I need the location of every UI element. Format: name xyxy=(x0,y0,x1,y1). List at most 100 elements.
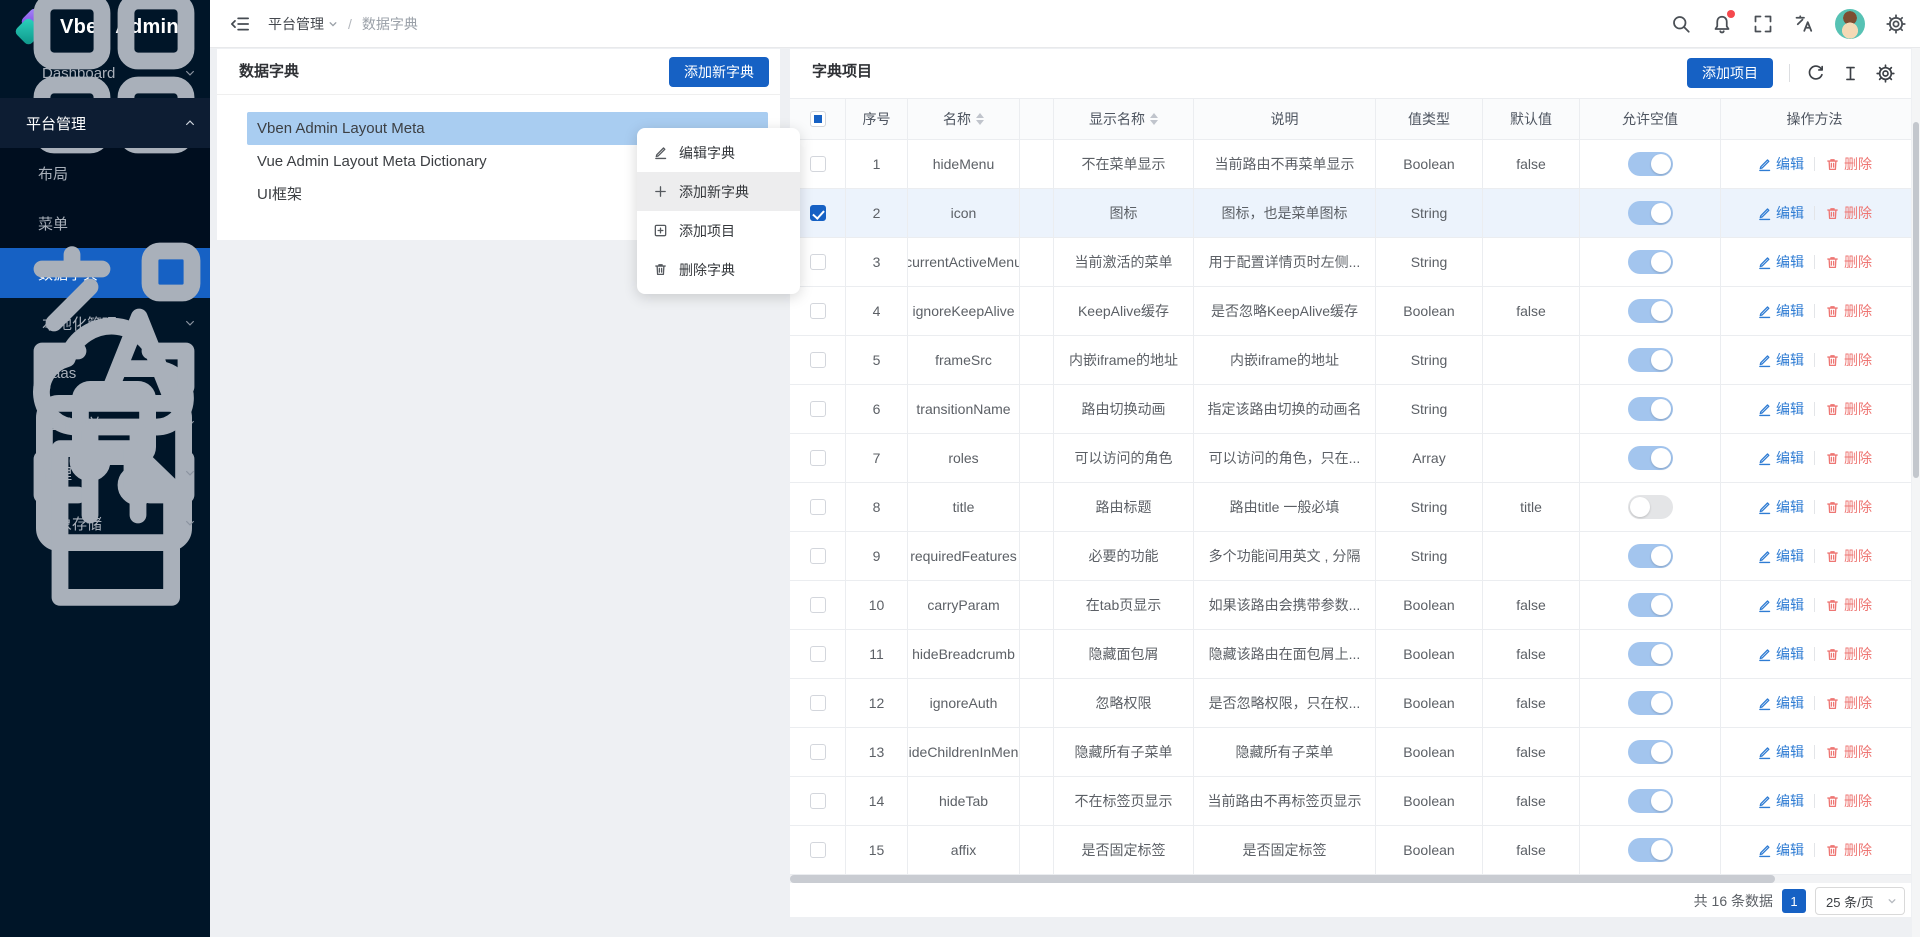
delete-button[interactable]: 删除 xyxy=(1825,840,1872,860)
row-checkbox[interactable] xyxy=(810,156,826,172)
allow-null-toggle[interactable] xyxy=(1628,838,1673,862)
allow-null-toggle[interactable] xyxy=(1628,299,1673,323)
delete-button[interactable]: 删除 xyxy=(1825,742,1872,762)
delete-button[interactable]: 删除 xyxy=(1825,301,1872,321)
row-checkbox[interactable] xyxy=(810,597,826,613)
context-menu-item-删除字典[interactable]: 删除字典 xyxy=(637,250,800,289)
delete-button[interactable]: 删除 xyxy=(1825,399,1872,419)
sidebar-item-布局[interactable]: 布局 xyxy=(0,148,210,198)
add-dictionary-button[interactable]: 添加新字典 xyxy=(669,57,769,87)
sidebar-item-平台管理[interactable]: 平台管理 xyxy=(0,98,210,148)
edit-button[interactable]: 编辑 xyxy=(1757,742,1804,762)
edit-button[interactable]: 编辑 xyxy=(1757,252,1804,272)
delete-button[interactable]: 删除 xyxy=(1825,448,1872,468)
edit-button[interactable]: 编辑 xyxy=(1757,154,1804,174)
row-checkbox[interactable] xyxy=(810,254,826,270)
settings-icon[interactable] xyxy=(1886,14,1906,34)
delete-button[interactable]: 删除 xyxy=(1825,791,1872,811)
allow-null-toggle[interactable] xyxy=(1628,446,1673,470)
row-checkbox[interactable] xyxy=(810,695,826,711)
row-checkbox[interactable] xyxy=(810,352,826,368)
table-cell: Boolean xyxy=(1376,728,1483,776)
page-size-select[interactable]: 25 条/页 xyxy=(1815,887,1905,915)
edit-button[interactable]: 编辑 xyxy=(1757,840,1804,860)
add-item-button[interactable]: 添加项目 xyxy=(1687,58,1773,88)
delete-button[interactable]: 删除 xyxy=(1825,203,1872,223)
delete-button[interactable]: 删除 xyxy=(1825,497,1872,517)
row-checkbox[interactable] xyxy=(810,548,826,564)
context-menu-item-添加项目[interactable]: 添加项目 xyxy=(637,211,800,250)
delete-button[interactable]: 删除 xyxy=(1825,350,1872,370)
delete-label: 删除 xyxy=(1844,252,1872,272)
allow-null-toggle[interactable] xyxy=(1628,397,1673,421)
delete-button[interactable]: 删除 xyxy=(1825,693,1872,713)
allow-null-toggle[interactable] xyxy=(1628,201,1673,225)
allow-null-toggle[interactable] xyxy=(1628,740,1673,764)
context-menu-item-添加新字典[interactable]: 添加新字典 xyxy=(637,172,800,211)
sort-ascending-icon[interactable] xyxy=(976,113,984,118)
delete-button[interactable]: 删除 xyxy=(1825,546,1872,566)
edit-icon xyxy=(1757,157,1772,172)
refresh-icon[interactable] xyxy=(1806,64,1825,83)
bell-icon[interactable] xyxy=(1712,14,1732,34)
edit-button[interactable]: 编辑 xyxy=(1757,399,1804,419)
row-checkbox[interactable] xyxy=(810,842,826,858)
row-checkbox[interactable] xyxy=(810,205,826,221)
sort-descending-icon[interactable] xyxy=(1150,120,1158,125)
page-number-button[interactable]: 1 xyxy=(1782,889,1806,913)
row-height-icon[interactable] xyxy=(1841,64,1860,83)
sidebar-item-Dashboard[interactable]: Dashboard xyxy=(0,48,210,98)
delete-button[interactable]: 删除 xyxy=(1825,595,1872,615)
row-checkbox[interactable] xyxy=(810,793,826,809)
delete-button[interactable]: 删除 xyxy=(1825,154,1872,174)
allow-null-toggle[interactable] xyxy=(1628,789,1673,813)
edit-button[interactable]: 编辑 xyxy=(1757,693,1804,713)
row-checkbox[interactable] xyxy=(810,450,826,466)
menu-fold-icon[interactable] xyxy=(230,14,250,34)
allow-null-toggle[interactable] xyxy=(1628,642,1673,666)
allow-null-toggle[interactable] xyxy=(1628,593,1673,617)
horizontal-scrollbar-thumb[interactable] xyxy=(790,875,1775,883)
translate-icon[interactable] xyxy=(1794,14,1814,34)
sort-ascending-icon[interactable] xyxy=(1150,113,1158,118)
sort-descending-icon[interactable] xyxy=(976,120,984,125)
trash-icon xyxy=(1825,696,1840,711)
row-checkbox[interactable] xyxy=(810,401,826,417)
edit-button[interactable]: 编辑 xyxy=(1757,203,1804,223)
delete-button[interactable]: 删除 xyxy=(1825,644,1872,664)
sort-icon[interactable] xyxy=(1150,113,1158,125)
edit-button[interactable]: 编辑 xyxy=(1757,448,1804,468)
edit-button[interactable]: 编辑 xyxy=(1757,350,1804,370)
edit-button[interactable]: 编辑 xyxy=(1757,497,1804,517)
row-checkbox[interactable] xyxy=(810,744,826,760)
sort-icon[interactable] xyxy=(976,113,984,125)
search-icon[interactable] xyxy=(1671,14,1691,34)
edit-button[interactable]: 编辑 xyxy=(1757,595,1804,615)
edit-button[interactable]: 编辑 xyxy=(1757,546,1804,566)
vertical-scrollbar[interactable] xyxy=(1912,48,1920,937)
allow-null-toggle[interactable] xyxy=(1628,544,1673,568)
context-menu-item-编辑字典[interactable]: 编辑字典 xyxy=(637,133,800,172)
row-checkbox[interactable] xyxy=(810,303,826,319)
allow-null-toggle[interactable] xyxy=(1628,691,1673,715)
edit-button[interactable]: 编辑 xyxy=(1757,644,1804,664)
edit-button[interactable]: 编辑 xyxy=(1757,791,1804,811)
allow-null-toggle[interactable] xyxy=(1628,495,1673,519)
avatar[interactable] xyxy=(1835,9,1865,39)
allow-null-toggle[interactable] xyxy=(1628,250,1673,274)
sidebar-item-对象存储[interactable]: 对象存储 xyxy=(0,498,210,548)
allow-null-toggle[interactable] xyxy=(1628,348,1673,372)
chevron-down-icon xyxy=(328,19,338,29)
delete-button[interactable]: 删除 xyxy=(1825,252,1872,272)
edit-label: 编辑 xyxy=(1776,203,1804,223)
allow-null-toggle[interactable] xyxy=(1628,152,1673,176)
row-checkbox[interactable] xyxy=(810,646,826,662)
row-checkbox[interactable] xyxy=(810,499,826,515)
breadcrumb-platform[interactable]: 平台管理 xyxy=(268,14,338,34)
edit-button[interactable]: 编辑 xyxy=(1757,301,1804,321)
horizontal-scrollbar[interactable] xyxy=(790,875,1911,883)
vertical-scrollbar-thumb[interactable] xyxy=(1913,122,1919,478)
fullscreen-icon[interactable] xyxy=(1753,14,1773,34)
select-all-checkbox[interactable] xyxy=(810,111,826,127)
settings-icon[interactable] xyxy=(1876,64,1895,83)
